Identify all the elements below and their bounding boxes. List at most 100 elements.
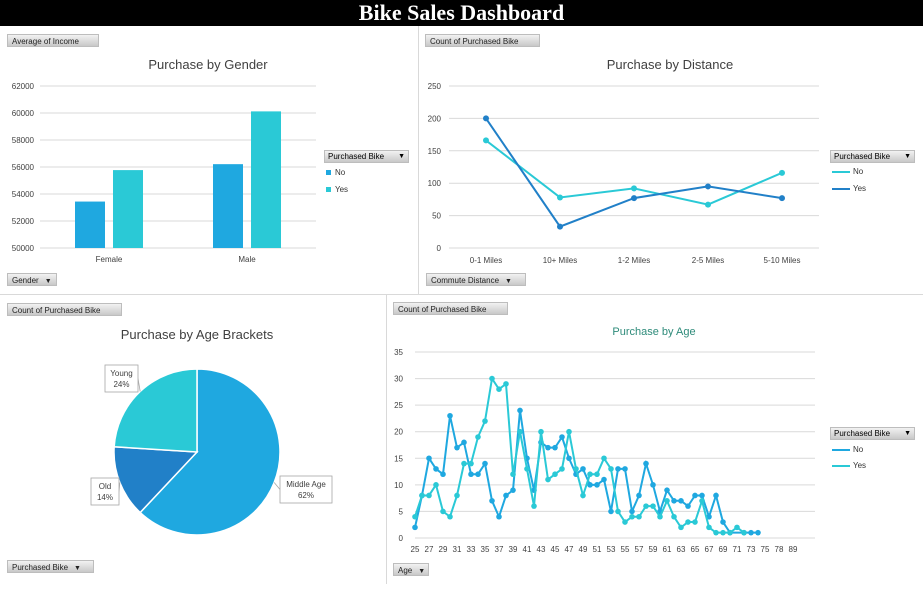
y-tick-label: 58000 <box>12 136 35 145</box>
series-line-no <box>485 139 783 206</box>
data-point-yes <box>433 482 439 488</box>
data-point-yes <box>678 524 684 531</box>
gender-chart-panel: Average of Income Purchase by Gender 5000… <box>0 26 418 294</box>
data-point-no <box>685 503 691 509</box>
x-tick-label: 25 <box>411 545 420 554</box>
x-tick-label: 33 <box>467 545 476 554</box>
x-tick-label: 41 <box>523 545 532 554</box>
x-tick-label: Male <box>238 255 256 264</box>
legend-item-no: No <box>326 168 345 177</box>
x-tick-label: 2-5 Miles <box>692 256 724 265</box>
data-point-yes <box>475 434 481 440</box>
x-tick-label: 49 <box>579 545 588 554</box>
x-tick-label: 39 <box>509 545 518 554</box>
legend-label: No <box>335 168 346 177</box>
data-point-yes <box>426 492 432 499</box>
bar-no <box>213 164 243 248</box>
legend-item-yes: Yes <box>326 185 348 194</box>
gender-field-button[interactable]: Gender ▼ <box>7 273 57 286</box>
data-point-yes <box>650 503 656 509</box>
data-point-no <box>552 444 558 451</box>
data-point-yes <box>412 513 418 520</box>
age-field-button[interactable]: Age ▼ <box>393 563 429 576</box>
data-label-percent: 24% <box>113 380 129 389</box>
y-tick-label: 0 <box>437 244 442 253</box>
data-point-no <box>664 487 670 493</box>
x-tick-label: 45 <box>551 545 560 554</box>
data-point-no <box>433 466 439 472</box>
data-point-no <box>559 434 565 440</box>
series-line-yes <box>414 375 745 534</box>
x-tick-label: 55 <box>621 545 630 554</box>
data-point-no <box>545 444 551 451</box>
y-tick-label: 100 <box>428 179 442 188</box>
y-tick-label: 25 <box>394 401 403 410</box>
x-tick-label: 31 <box>453 545 462 554</box>
data-point-no <box>631 185 637 192</box>
y-tick-label: 50000 <box>12 244 35 253</box>
data-point-yes <box>594 471 600 478</box>
data-point-no <box>636 492 642 499</box>
data-point-no <box>594 482 600 488</box>
data-label-category: Old <box>99 482 111 491</box>
data-point-no <box>748 529 754 536</box>
data-point-yes <box>727 529 733 536</box>
x-tick-label: 61 <box>663 545 672 554</box>
legend-item-no: No <box>832 167 863 176</box>
data-point-no <box>755 529 761 536</box>
dropdown-arrow-icon: ▼ <box>505 278 512 285</box>
data-point-no <box>557 194 563 201</box>
commute-distance-field-button[interactable]: Commute Distance ▼ <box>426 273 526 286</box>
legend-line-no <box>832 448 850 451</box>
purchased-bike-legend-button[interactable]: Purchased Bike ▼ <box>830 150 915 163</box>
field-button-label: Count of Purchased Bike <box>398 305 487 314</box>
x-tick-label: 37 <box>495 545 504 554</box>
data-point-no <box>671 498 677 504</box>
data-point-no <box>454 444 460 451</box>
data-point-no <box>629 508 635 515</box>
data-point-yes <box>706 524 712 531</box>
purchased-bike-legend-button[interactable]: Purchased Bike ▼ <box>830 427 915 440</box>
data-point-yes <box>573 466 579 472</box>
count-purchased-field-button[interactable]: Count of Purchased Bike <box>425 34 540 47</box>
count-purchased-field-button[interactable]: Count of Purchased Bike <box>7 303 122 316</box>
legend-label: Yes <box>335 185 349 194</box>
data-point-no <box>678 498 684 504</box>
y-tick-label: 5 <box>399 507 404 516</box>
legend-item-yes: Yes <box>832 461 866 470</box>
chart-title: Purchase by Gender <box>148 57 268 72</box>
dropdown-arrow-icon: ▼ <box>74 565 81 572</box>
purchased-bike-field-button[interactable]: Purchased Bike ▼ <box>7 560 94 573</box>
data-point-yes <box>552 471 558 478</box>
data-point-yes <box>468 460 474 467</box>
x-tick-label: 57 <box>635 545 644 554</box>
leader-line <box>273 482 281 490</box>
y-tick-label: 30 <box>394 375 403 384</box>
data-point-no <box>720 519 726 525</box>
data-point-yes <box>629 513 635 520</box>
data-point-no <box>643 460 649 467</box>
field-button-label: Commute Distance <box>431 276 500 285</box>
data-point-yes <box>671 513 677 520</box>
legend-item-no: No <box>832 445 863 454</box>
data-point-no <box>483 137 489 144</box>
y-tick-label: 15 <box>394 454 403 463</box>
data-point-no <box>440 471 446 478</box>
data-point-yes <box>664 498 670 504</box>
x-tick-label: 29 <box>439 545 448 554</box>
purchased-bike-legend-button[interactable]: Purchased Bike ▼ <box>324 150 409 163</box>
average-income-field-button[interactable]: Average of Income <box>7 34 99 47</box>
count-purchased-field-button[interactable]: Count of Purchased Bike <box>393 302 508 315</box>
data-point-no <box>461 439 467 446</box>
data-point-yes <box>601 455 607 462</box>
x-tick-label: 65 <box>691 545 700 554</box>
x-tick-label: 75 <box>761 545 770 554</box>
age-brackets-pie-chart: Purchase by Age Brackets Middle Age 62% Old… <box>90 327 333 536</box>
data-label-category: Middle Age <box>286 480 326 489</box>
data-point-yes <box>685 519 691 525</box>
data-point-yes <box>608 466 614 472</box>
legend-title-label: Purchased Bike <box>834 152 891 161</box>
legend-label: Yes <box>853 184 867 193</box>
field-button-label: Purchased Bike <box>12 563 69 572</box>
y-tick-label: 200 <box>428 114 442 123</box>
